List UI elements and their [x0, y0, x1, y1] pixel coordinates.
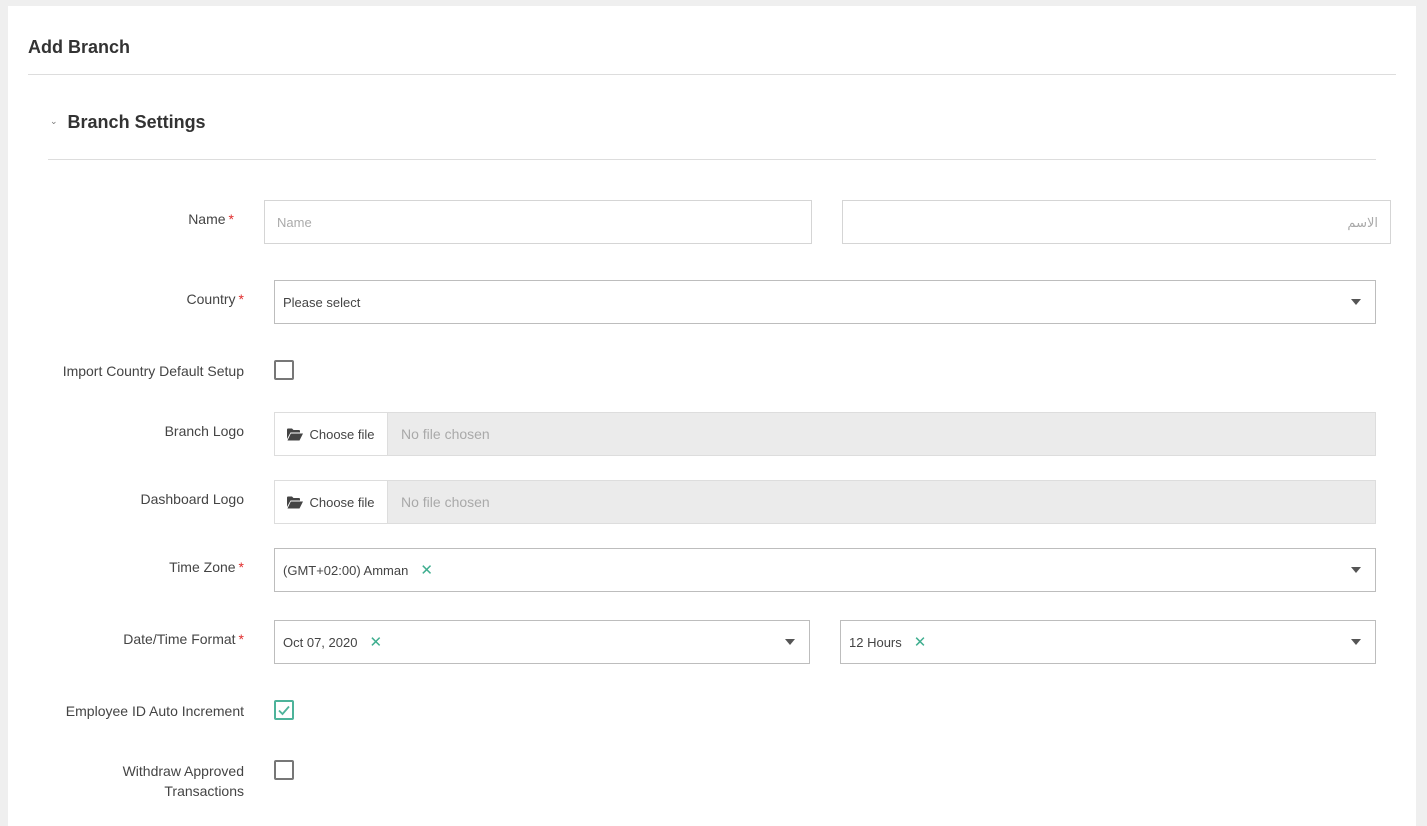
date-format-value: Oct 07, 2020 — [283, 634, 358, 650]
country-select-value: Please select — [283, 294, 361, 310]
time-zone-label: Time Zone * — [169, 559, 244, 575]
dashboard-logo-file-status: No file chosen — [401, 494, 490, 510]
time-format-value: 12 Hours — [849, 634, 902, 650]
import-default-label: Import Country Default Setup — [62, 363, 244, 379]
caret-down-icon — [1351, 567, 1361, 573]
section-title: Branch Settings — [67, 112, 206, 132]
required-mark: * — [238, 631, 244, 647]
country-select[interactable]: Please select — [274, 280, 1376, 324]
time-format-select[interactable]: 12 Hours ✕ — [840, 620, 1376, 664]
datetime-format-label: Date/Time Format * — [123, 631, 244, 647]
chevron-down-icon: ⌄ — [50, 116, 58, 126]
name-ar-input[interactable] — [842, 200, 1391, 244]
check-icon — [278, 705, 290, 716]
employee-id-auto-increment-label: Employee ID Auto Increment — [65, 703, 244, 719]
branch-logo-label: Branch Logo — [164, 423, 244, 439]
required-mark: * — [238, 291, 244, 307]
branch-logo-file-input[interactable]: Choose file No file chosen — [274, 412, 1376, 456]
add-branch-card: Add Branch ⌄ Branch Settings Name* Count… — [8, 6, 1416, 826]
withdraw-approved-label: Withdraw Approved Transactions — [122, 763, 244, 799]
country-label: Country * — [186, 291, 244, 307]
caret-down-icon — [785, 639, 795, 645]
import-default-checkbox[interactable] — [274, 360, 294, 380]
branch-logo-choose-button[interactable]: Choose file — [275, 413, 388, 455]
dashboard-logo-file-input[interactable]: Choose file No file chosen — [274, 480, 1376, 524]
folder-open-icon — [287, 428, 304, 440]
section-divider — [48, 159, 1376, 160]
dashboard-logo-choose-button[interactable]: Choose file — [275, 481, 388, 523]
clear-date-format-icon[interactable]: ✕ — [369, 635, 382, 650]
required-mark: * — [228, 211, 234, 227]
employee-id-auto-increment-checkbox[interactable] — [274, 700, 294, 720]
required-mark: * — [238, 559, 244, 575]
branch-settings-toggle[interactable]: ⌄ Branch Settings — [50, 112, 206, 133]
clear-time-zone-icon[interactable]: ✕ — [420, 563, 433, 578]
dashboard-logo-label: Dashboard Logo — [140, 491, 244, 507]
caret-down-icon — [1351, 639, 1361, 645]
time-zone-value: (GMT+02:00) Amman — [283, 562, 409, 578]
withdraw-approved-checkbox[interactable] — [274, 760, 294, 780]
name-en-input[interactable] — [264, 200, 812, 244]
caret-down-icon — [1351, 299, 1361, 305]
page-title: Add Branch — [28, 37, 131, 57]
name-label: Name * — [188, 211, 234, 227]
time-zone-select[interactable]: (GMT+02:00) Amman ✕ — [274, 548, 1376, 592]
folder-open-icon — [287, 496, 304, 508]
branch-logo-file-status: No file chosen — [401, 426, 490, 442]
clear-time-format-icon[interactable]: ✕ — [914, 635, 927, 650]
title-divider — [28, 74, 1396, 75]
date-format-select[interactable]: Oct 07, 2020 ✕ — [274, 620, 810, 664]
